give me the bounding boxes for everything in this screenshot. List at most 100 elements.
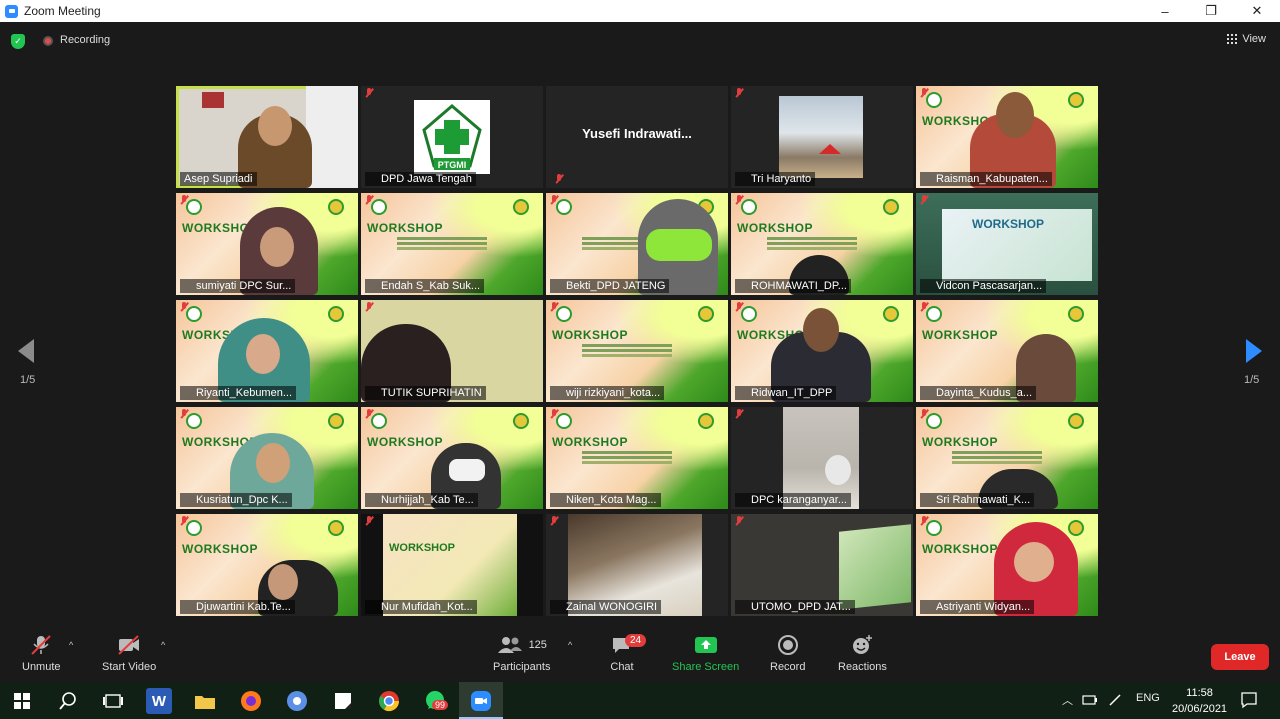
mic-muted-icon [179,409,188,419]
participant-name: Astriyanti Widyan... [920,600,1035,614]
mic-muted-icon [364,302,373,312]
mic-muted-icon [364,516,373,526]
view-button[interactable]: View [1227,33,1266,45]
mic-muted-icon [549,195,558,205]
start-video-button[interactable]: Start Video [102,634,156,673]
participant-name: Vidcon Pascasarjan... [920,279,1047,293]
video-tile[interactable]: WORKSHOP Nurhijjah_Kab Te... [361,407,543,509]
close-button[interactable]: ✕ [1234,0,1280,22]
video-tile[interactable]: Yusefi Indrawati... [546,86,728,188]
audio-options-caret-icon[interactable]: ^ [69,640,73,650]
unmute-button[interactable]: Unmute [22,634,61,673]
video-tile[interactable]: WORKSHOP Endah S_Kab Suk... [361,193,543,295]
page-indicator-right: 1/5 [1244,374,1260,386]
participant-name: Niken_Kota Mag... [550,493,661,507]
participant-name: Kusriatun_Dpc K... [180,493,292,507]
video-tile[interactable]: DPC karanganyar... [731,407,913,509]
record-button[interactable]: Record [770,634,805,673]
video-options-caret-icon[interactable]: ^ [161,640,165,650]
participant-name: Ridwan_IT_DPP [735,386,837,400]
video-tile[interactable]: TUTIK SUPRIHATIN [361,300,543,402]
participant-name: DPD Jawa Tengah [365,172,476,186]
participants-button[interactable]: 125 Participants [493,634,550,673]
video-tile[interactable]: WORKSHOP Djuwartini Kab.Te... [176,514,358,616]
participant-head [1014,542,1054,582]
video-tile[interactable]: WORKSHOP Astriyanti Widyan... [916,514,1098,616]
page-indicator-left: 1/5 [20,374,36,386]
mic-muted-icon [734,516,743,526]
wall-picture [202,92,224,108]
video-tile[interactable]: Zainal WONOGIRI [546,514,728,616]
previous-page-arrow-icon[interactable] [18,339,34,363]
firefox-icon[interactable] [238,688,264,714]
participant-name: Zainal WONOGIRI [550,600,662,614]
clock-time: 11:58 [1186,687,1213,699]
video-tile[interactable]: WORKSHOP Riyanti_Kebumen... [176,300,358,402]
video-gallery: Asep Supriadi PTGMI DPD Jawa Tengah Yuse… [176,86,1103,616]
minimize-button[interactable]: – [1142,0,1188,22]
video-tile[interactable]: Bekti_DPD JATENG [546,193,728,295]
participant-name: sumiyati DPC Sur... [180,279,296,293]
notification-center-icon[interactable] [1240,691,1258,709]
battery-icon[interactable] [1082,693,1098,707]
maximize-button[interactable]: ❐ [1188,0,1234,22]
meeting-info-bar: ✓ Recording View [0,22,1280,60]
beach-photo [779,96,863,178]
chromium-icon[interactable] [284,688,310,714]
windows-start-icon[interactable] [9,688,35,714]
grid-view-icon [1227,34,1238,44]
participant-head [256,443,290,483]
input-language-indicator[interactable]: ENG [1136,692,1160,704]
mic-muted-icon [734,409,743,419]
mic-muted-icon [734,302,743,312]
mic-muted-icon [549,516,558,526]
reactions-button[interactable]: Reactions [838,634,887,673]
video-tile[interactable]: WORKSHOP Nur Mufidah_Kot... [361,514,543,616]
video-tile[interactable]: WORKSHOP sumiyati DPC Sur... [176,193,358,295]
mic-muted-icon [179,195,188,205]
video-tile[interactable]: WORKSHOP Kusriatun_Dpc K... [176,407,358,509]
video-tile[interactable]: Tri Haryanto [731,86,913,188]
search-icon[interactable] [55,688,81,714]
mic-muted-icon [919,195,928,205]
participants-options-caret-icon[interactable]: ^ [568,640,572,650]
mic-muted-icon [364,409,373,419]
video-tile[interactable]: WORKSHOP ROHMAWATI_DP... [731,193,913,295]
recording-label[interactable]: Recording [60,34,110,46]
tray-overflow-chevron-icon[interactable]: ︿ [1062,692,1073,708]
file-explorer-icon[interactable] [192,688,218,714]
face-mask [449,459,485,481]
video-tile[interactable]: WORKSHOP Dayinta_Kudus_a... [916,300,1098,402]
next-page-arrow-icon[interactable] [1246,339,1262,363]
video-tile[interactable]: Asep Supriadi [176,86,358,188]
video-tile[interactable]: WORKSHOP Vidcon Pascasarjan... [916,193,1098,295]
video-tile[interactable]: UTOMO_DPD JAT... [731,514,913,616]
chrome-icon[interactable] [376,688,402,714]
shield-icon[interactable]: ✓ [11,34,25,49]
face-mask [646,229,712,261]
participant-name: Bekti_DPD JATENG [550,279,670,293]
participant-name: Asep Supriadi [180,172,257,186]
participant-head [246,334,280,374]
mic-muted-icon [179,302,188,312]
share-screen-button[interactable]: Share Screen [672,634,739,673]
mic-muted-icon [554,174,563,184]
video-tile[interactable]: PTGMI DPD Jawa Tengah [361,86,543,188]
zoom-taskbar-item[interactable] [459,682,503,719]
video-tile[interactable]: WORKSHOP Raisman_Kabupaten... [916,86,1098,188]
window-title: Zoom Meeting [24,4,101,18]
pen-icon[interactable] [1107,692,1123,708]
video-tile[interactable]: WORKSHOP Sri Rahmawati_K... [916,407,1098,509]
background-board [306,86,358,188]
word-app-icon[interactable]: W [146,688,172,714]
video-tile[interactable]: WORKSHOP Ridwan_IT_DPP [731,300,913,402]
task-view-icon[interactable] [100,688,126,714]
video-tile[interactable]: WORKSHOP Niken_Kota Mag... [546,407,728,509]
participant-head [268,564,298,600]
taskbar-clock[interactable]: 11:58 20/06/2021 [1172,685,1227,717]
leave-meeting-button[interactable]: Leave [1211,644,1269,670]
participant-name: Nur Mufidah_Kot... [365,600,477,614]
video-tile[interactable]: WORKSHOP wiji rizkiyani_kota... [546,300,728,402]
sticky-notes-icon[interactable] [330,688,356,714]
mic-muted-icon [179,516,188,526]
